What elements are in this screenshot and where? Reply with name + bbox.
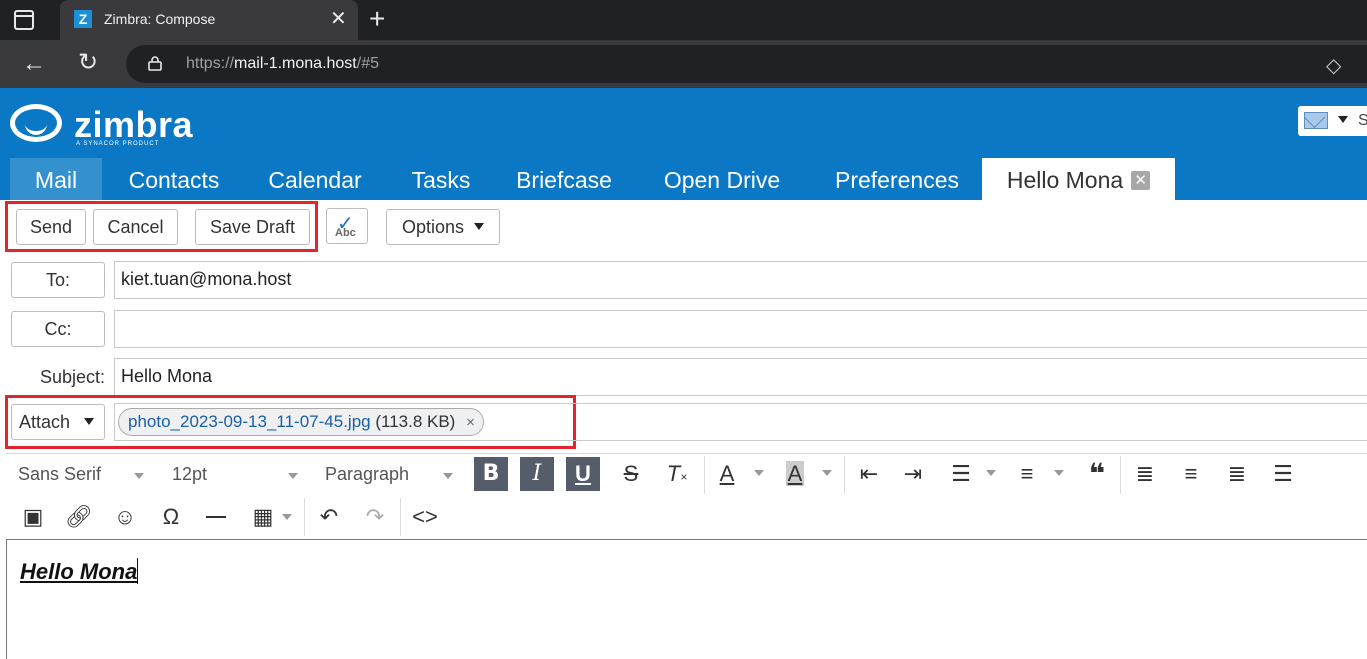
save-draft-button[interactable]: Save Draft (195, 209, 310, 245)
numbered-list-icon[interactable]: ≡ (1010, 457, 1044, 491)
url-field[interactable]: https://mail-1.mona.host/#5 ◇ (126, 45, 1367, 83)
subject-label: Subject: (40, 367, 106, 387)
tab-briefcase[interactable]: Briefcase (508, 158, 620, 200)
font-size-select[interactable]: 12pt (172, 464, 302, 488)
attachment-size: (113.8 KB) (375, 412, 456, 431)
horizontal-rule-icon[interactable] (198, 500, 232, 534)
attachment-name[interactable]: photo_2023-09-13_11-07-45.jpg (128, 412, 371, 431)
url-text: https://mail-1.mona.host/#5 (186, 55, 379, 72)
chevron-down-icon[interactable] (822, 470, 832, 476)
tab-mail[interactable]: Mail (10, 158, 102, 200)
to-field[interactable]: kiet.tuan@mona.host (114, 261, 1367, 299)
back-arrow-icon[interactable]: ← (22, 50, 46, 78)
chevron-down-icon (288, 473, 298, 479)
chevron-down-icon (84, 418, 95, 425)
chevron-down-icon[interactable] (754, 470, 764, 476)
block-format-select[interactable]: Paragraph (325, 464, 457, 488)
remove-attachment-icon[interactable]: × (466, 414, 475, 431)
editor-toolbar: Sans Serif 12pt Paragraph B I U S T× A A… (6, 453, 1367, 539)
attachment-area: photo_2023-09-13_11-07-45.jpg (113.8 KB)… (114, 403, 1367, 441)
message-body-editor[interactable]: Hello Mona (6, 539, 1367, 659)
send-button[interactable]: Send (16, 209, 86, 245)
subject-field[interactable]: Hello Mona (114, 358, 1367, 396)
zimbra-header: zimbra A SYNACOR PRODUCT S Mail Contacts… (0, 88, 1367, 200)
indent-icon[interactable]: ⇥ (896, 457, 930, 491)
chevron-down-icon[interactable] (1054, 470, 1064, 476)
spell-check-button[interactable]: ✓ Abc (326, 208, 368, 244)
underline-button[interactable]: U (566, 457, 600, 491)
search-type-selector[interactable]: S (1298, 106, 1367, 136)
blockquote-icon[interactable]: ❝ (1080, 457, 1114, 491)
align-left-icon[interactable]: ≣ (1128, 457, 1162, 491)
cancel-button[interactable]: Cancel (93, 209, 178, 245)
justify-icon[interactable]: ☰ (1266, 457, 1300, 491)
text-color-button[interactable]: A (710, 457, 744, 491)
font-family-select[interactable]: Sans Serif (18, 464, 150, 488)
text-cursor (137, 558, 139, 584)
sidebar-toggle-icon[interactable] (14, 10, 34, 30)
tab-open-drive[interactable]: Open Drive (652, 158, 792, 200)
browser-tab-bar: Z Zimbra: Compose ✕ + (0, 0, 1367, 40)
close-tab-icon[interactable]: ✕ (1131, 171, 1151, 190)
cc-button[interactable]: Cc: (11, 311, 105, 347)
align-right-icon[interactable]: ≣ (1220, 457, 1254, 491)
chevron-down-icon (443, 473, 453, 479)
reader-mode-icon[interactable]: ◇ (1326, 53, 1341, 78)
clear-formatting-button[interactable]: T× (660, 457, 694, 491)
source-code-icon[interactable]: <> (408, 500, 442, 534)
cc-field[interactable] (114, 310, 1367, 348)
special-character-icon[interactable]: Ω (154, 500, 188, 534)
options-button[interactable]: Options (386, 209, 500, 245)
reload-icon[interactable]: ↻ (78, 48, 98, 77)
zimbra-logo: zimbra A SYNACOR PRODUCT (10, 100, 200, 147)
chevron-down-icon[interactable] (282, 514, 292, 520)
browser-address-bar: ← ↻ https://mail-1.mona.host/#5 ◇ (0, 40, 1367, 88)
zimbra-favicon-icon: Z (74, 10, 92, 28)
chevron-down-icon[interactable] (986, 470, 996, 476)
image-icon[interactable]: ▣ (16, 500, 50, 534)
envelope-icon (1304, 112, 1328, 129)
bullet-list-icon[interactable]: ☰ (944, 457, 978, 491)
body-text: Hello Mona (20, 558, 139, 584)
link-icon[interactable]: 🔗︎ (62, 500, 96, 534)
browser-tab[interactable]: Z Zimbra: Compose ✕ (60, 0, 358, 40)
chevron-down-icon (474, 223, 485, 230)
new-tab-icon[interactable]: + (369, 4, 385, 34)
background-color-button[interactable]: A (778, 457, 812, 491)
attachment-chip[interactable]: photo_2023-09-13_11-07-45.jpg (113.8 KB)… (118, 408, 484, 436)
redo-icon[interactable]: ↷ (358, 500, 392, 534)
tab-preferences[interactable]: Preferences (822, 158, 972, 200)
tab-tasks[interactable]: Tasks (404, 158, 478, 200)
lock-icon (148, 56, 162, 71)
bold-button[interactable]: B (474, 457, 508, 491)
attach-button[interactable]: Attach (11, 404, 105, 440)
chevron-down-icon (1338, 116, 1348, 123)
tab-contacts[interactable]: Contacts (114, 158, 234, 200)
italic-button[interactable]: I (520, 457, 554, 491)
zimbra-smile-icon (10, 104, 62, 142)
outdent-icon[interactable]: ⇤ (852, 457, 886, 491)
undo-icon[interactable]: ↶ (312, 500, 346, 534)
align-center-icon[interactable]: ≡ (1174, 457, 1208, 491)
emoticon-icon[interactable]: ☺ (108, 500, 142, 534)
chevron-down-icon (134, 473, 144, 479)
tab-compose-hello-mona[interactable]: Hello Mona ✕ (982, 158, 1175, 200)
browser-tab-title: Zimbra: Compose (104, 11, 216, 27)
table-icon[interactable]: ▦ (246, 500, 280, 534)
close-tab-icon[interactable]: ✕ (330, 8, 347, 30)
strikethrough-button[interactable]: S (614, 457, 648, 491)
to-button[interactable]: To: (11, 262, 105, 298)
tab-calendar[interactable]: Calendar (260, 158, 370, 200)
